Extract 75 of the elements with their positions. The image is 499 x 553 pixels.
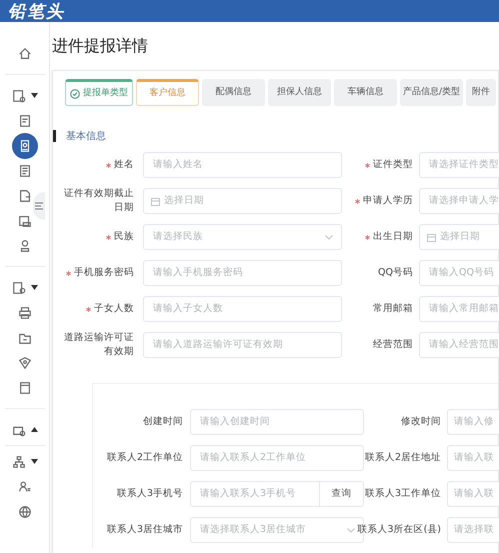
tab[interactable]: 产品信息/类型 xyxy=(400,79,463,106)
file-export-icon xyxy=(18,188,32,202)
field-label: 子女人数 xyxy=(94,302,134,316)
section-title: 基本信息 xyxy=(66,130,106,144)
tab[interactable]: 附件 xyxy=(466,79,496,106)
field-label: 民族 xyxy=(114,230,134,244)
document-icon xyxy=(12,280,26,294)
input-field[interactable]: 请输入手机服务密码 xyxy=(143,260,342,286)
field-label: 道路运输许可证有效期 xyxy=(63,331,134,359)
input-field[interactable]: 请选择联 xyxy=(447,517,499,543)
chevron-down-icon xyxy=(347,528,355,532)
field-label: 证件有效期截止日期 xyxy=(63,187,134,215)
input-field[interactable]: 请输入创建时间 xyxy=(190,409,364,435)
menu-icon xyxy=(35,202,43,210)
field-label: 经营范围 xyxy=(373,338,413,352)
printer-icon xyxy=(18,306,32,320)
date-field[interactable]: 选择日期 xyxy=(419,224,499,250)
required-icon xyxy=(66,270,71,276)
required-icon xyxy=(106,162,111,168)
field-label: 出生日期 xyxy=(373,230,413,244)
required-icon xyxy=(355,198,360,204)
input-field[interactable]: 请输入修 xyxy=(447,409,499,435)
select-field[interactable]: 请选择民族 xyxy=(143,224,342,250)
field-label: 创建时间 xyxy=(143,415,183,429)
field-label: 联系人2工作单位 xyxy=(106,451,183,465)
user-icon xyxy=(18,480,32,494)
required-icon xyxy=(365,162,370,168)
field-label: 联系人3居住城市 xyxy=(106,523,183,537)
input-field[interactable]: 请选择证件类型 xyxy=(419,152,499,178)
field-label: 常用邮箱 xyxy=(373,302,413,316)
date-field[interactable]: 选择日期 xyxy=(143,188,342,214)
field-label: 手机服务密码 xyxy=(74,266,134,280)
document-icon xyxy=(12,88,26,102)
required-icon xyxy=(365,234,370,240)
input-field[interactable]: 请输入常用邮箱 xyxy=(419,296,499,322)
field-label: 申请人学历 xyxy=(363,194,413,208)
sidebar-item[interactable] xyxy=(12,132,38,158)
required-icon xyxy=(86,306,91,312)
field-label: 联系人3手机号 xyxy=(116,487,183,501)
globe-icon xyxy=(18,504,32,518)
input-field[interactable]: 请输入QQ号码 xyxy=(419,260,499,286)
input-field[interactable]: 请输入联系人2工作单位 xyxy=(190,445,364,471)
collapse-handle[interactable] xyxy=(33,192,45,220)
input-field[interactable]: 请输入子女人数 xyxy=(143,296,342,322)
check-circle-icon xyxy=(70,88,80,98)
search-field[interactable]: 请输入联系人3手机号 查询 xyxy=(190,481,364,507)
home-icon xyxy=(18,46,32,60)
logo: 铅笔头 xyxy=(8,2,65,22)
input-field[interactable]: 请输入联 xyxy=(447,445,499,471)
input-field[interactable]: 请输入经营范围 xyxy=(419,332,499,358)
network-icon xyxy=(12,454,26,468)
note-icon xyxy=(18,114,32,128)
tab[interactable]: 担保人信息 xyxy=(268,79,331,106)
calendar-icon xyxy=(151,196,160,206)
tab[interactable]: 提报单类型 xyxy=(65,79,133,106)
input-field[interactable]: 请输入联 xyxy=(447,481,499,507)
input-field[interactable]: 请输入道路运输许可证有效期 xyxy=(143,332,342,358)
tab[interactable]: 配偶信息 xyxy=(202,79,265,106)
chevron-down-icon xyxy=(325,234,333,240)
page-title: 进件提报详情 xyxy=(52,35,148,57)
document-icon xyxy=(18,164,32,178)
field-label: 修改时间 xyxy=(401,415,441,429)
field-label: 联系人2居住地址 xyxy=(364,451,441,465)
calendar-icon xyxy=(427,232,436,242)
field-label: QQ号码 xyxy=(378,266,413,280)
tab[interactable]: 车辆信息 xyxy=(334,79,397,106)
document-icon xyxy=(18,380,32,394)
input-field[interactable]: 请选择申请人学 xyxy=(419,188,499,214)
field-label: 联系人3工作单位 xyxy=(364,487,441,501)
field-label: 姓名 xyxy=(114,158,134,172)
field-label: 证件类型 xyxy=(373,158,413,172)
required-icon xyxy=(106,234,111,240)
input-field[interactable]: 请输入姓名 xyxy=(143,152,342,178)
tab[interactable]: 客户信息 xyxy=(136,79,199,106)
query-button[interactable]: 查询 xyxy=(319,482,363,506)
